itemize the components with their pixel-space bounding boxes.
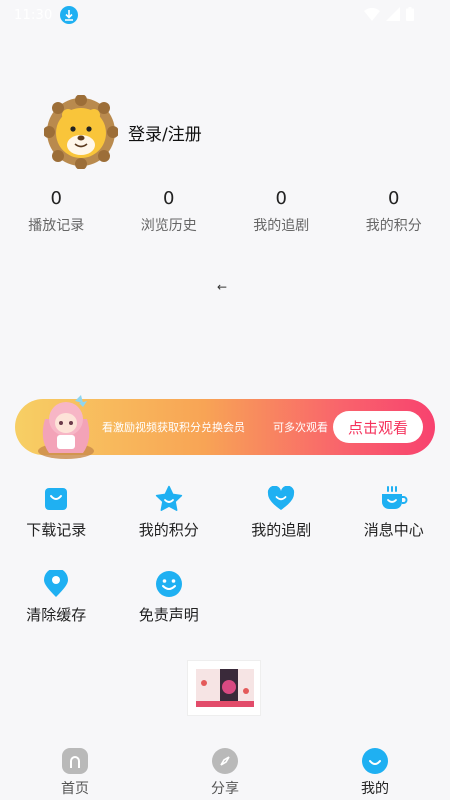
grid-label: 我的追剧 xyxy=(251,521,312,539)
status-bar: 11:30 xyxy=(0,0,450,30)
stat-value: 0 xyxy=(275,188,287,209)
compass-icon xyxy=(212,748,238,774)
watch-now-button[interactable]: 点击观看 xyxy=(333,411,423,443)
stat-play-history[interactable]: 0 播放记录 xyxy=(0,188,113,235)
grid-label: 下载记录 xyxy=(26,521,87,539)
profile-section[interactable]: 登录/注册 xyxy=(44,95,202,169)
grid-item-disclaimer[interactable]: 免责声明 xyxy=(113,570,226,625)
lion-avatar[interactable] xyxy=(44,95,118,169)
nav-label: 我的 xyxy=(361,781,389,797)
nav-share[interactable]: 分享 xyxy=(150,738,300,800)
cup-icon xyxy=(380,485,408,513)
wifi-icon xyxy=(364,7,380,21)
banner-subtext: 可多次观看 xyxy=(273,421,328,434)
grid-item-my-points[interactable]: 我的积分 xyxy=(113,485,226,540)
location-icon xyxy=(42,570,70,598)
login-register-link[interactable]: 登录/注册 xyxy=(128,120,202,145)
grid-label: 免责声明 xyxy=(138,606,199,624)
banner-text: 看激励视频获取积分兑换会员 xyxy=(102,421,245,434)
grid-item-my-follows[interactable]: 我的追剧 xyxy=(225,485,338,540)
grid-item-downloads[interactable]: 下载记录 xyxy=(0,485,113,540)
nav-home[interactable]: 首页 xyxy=(0,738,150,800)
stat-my-follows[interactable]: 0 我的追剧 xyxy=(225,188,338,235)
smile-icon xyxy=(155,570,183,598)
home-icon xyxy=(62,748,88,774)
grid-item-clear-cache[interactable]: 清除缓存 xyxy=(0,570,113,625)
ad-thumbnail[interactable] xyxy=(187,660,261,716)
download-icon xyxy=(60,6,79,24)
stat-value: 0 xyxy=(388,188,400,209)
grid-label: 清除缓存 xyxy=(26,606,87,624)
grid-item-messages[interactable]: 消息中心 xyxy=(338,485,450,540)
stat-label: 我的追剧 xyxy=(253,218,310,234)
nav-label: 分享 xyxy=(211,781,239,797)
bag-icon xyxy=(42,485,70,513)
star-icon xyxy=(155,485,183,513)
arrow-icon: ← xyxy=(217,280,228,294)
status-icons xyxy=(364,7,414,21)
reward-video-banner[interactable]: 看激励视频获取积分兑换会员 可多次观看 点击观看 xyxy=(15,395,435,459)
signal-icon xyxy=(386,7,400,21)
bottom-navigation: 首页 分享 我的 xyxy=(0,738,450,800)
stat-label: 我的积分 xyxy=(365,218,422,234)
battery-icon xyxy=(406,7,414,21)
nav-mine[interactable]: 我的 xyxy=(300,738,450,800)
nav-label: 首页 xyxy=(61,781,89,797)
heart-icon xyxy=(267,485,295,513)
smile-icon xyxy=(362,748,388,774)
stat-browse-history[interactable]: 0 浏览历史 xyxy=(113,188,226,235)
grid-label: 消息中心 xyxy=(363,521,424,539)
status-time: 11:30 xyxy=(14,7,53,23)
grid-label: 我的积分 xyxy=(138,521,199,539)
anime-girl-illustration xyxy=(38,395,94,459)
feature-grid-row-2: 清除缓存 免责声明 xyxy=(0,570,450,625)
stat-label: 播放记录 xyxy=(28,218,85,234)
stat-label: 浏览历史 xyxy=(140,218,197,234)
stats-row: 0 播放记录 0 浏览历史 0 我的追剧 0 我的积分 xyxy=(0,188,450,235)
stat-value: 0 xyxy=(50,188,62,209)
feature-grid-row-1: 下载记录 我的积分 我的追剧 消息中心 xyxy=(0,485,450,540)
stat-value: 0 xyxy=(163,188,175,209)
stat-my-points[interactable]: 0 我的积分 xyxy=(338,188,450,235)
